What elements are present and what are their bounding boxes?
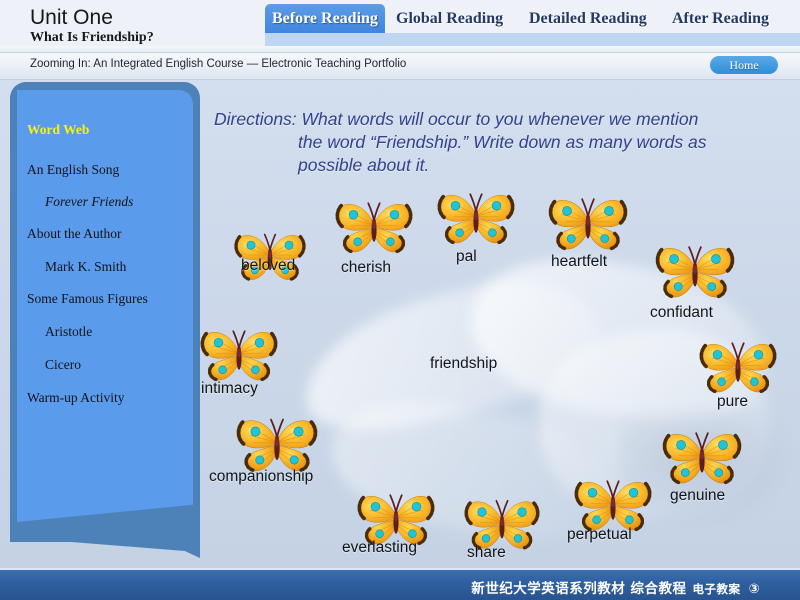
word-label-heartfelt[interactable]: heartfelt — [551, 253, 607, 271]
sidebar-nav: Word Web An English Song Forever Friends Ab… — [17, 90, 193, 522]
butterfly-icon — [699, 342, 777, 394]
butterfly-icon — [548, 198, 628, 251]
butterfly-icon — [655, 246, 735, 299]
footer-branding: 新世纪大学英语系列教材 综合教程 电子教案 ③ — [471, 577, 760, 597]
sidebar-item-mark-k-smith[interactable]: Mark K. Smith — [17, 259, 193, 275]
butterfly-cherish — [333, 194, 415, 265]
footer-subtitle: 电子教案 — [692, 582, 741, 596]
word-label-everlasting[interactable]: everlasting — [342, 539, 417, 557]
footer-series-title: 新世纪大学英语系列教材 综合教程 — [471, 581, 687, 597]
hands-watermark-shadow — [620, 410, 800, 530]
sidebar-item-warm-up-activity[interactable]: Warm-up Activity — [17, 390, 193, 406]
word-label-friendship[interactable]: friendship — [430, 355, 497, 373]
word-label-pal[interactable]: pal — [456, 248, 477, 266]
tab-global-reading[interactable]: Global Reading — [389, 4, 510, 33]
sidebar-item-word-web[interactable]: Word Web — [17, 122, 193, 138]
tab-bar: Before Reading Global Reading Detailed Rea… — [265, 0, 800, 52]
footer-bar: 新世纪大学英语系列教材 综合教程 电子教案 ③ — [0, 568, 800, 600]
page-title: Unit One — [30, 6, 113, 29]
butterfly-icon — [437, 193, 515, 245]
tab-after-reading[interactable]: After Reading — [665, 4, 776, 33]
butterfly-pal — [435, 185, 517, 256]
directions-line-3: possible about it. — [298, 155, 430, 175]
butterfly-icon — [335, 202, 413, 254]
butterfly-confidant — [653, 238, 737, 310]
sidebar-item-cicero[interactable]: Cicero — [17, 357, 193, 373]
word-label-beloved[interactable]: beloved — [241, 257, 295, 275]
word-label-share[interactable]: share — [467, 544, 506, 562]
slide-root: Directions: What words will occur to you… — [0, 0, 800, 600]
sidebar-item-about-the-author[interactable]: About the Author — [17, 226, 193, 242]
directions-line-2: the word “Friendship.” Write down as man… — [298, 132, 707, 152]
home-button[interactable]: Home — [710, 56, 778, 74]
tab-before-reading[interactable]: Before Reading — [265, 4, 385, 33]
butterfly-icon — [200, 330, 278, 382]
word-label-companionship[interactable]: companionship — [209, 468, 313, 486]
footer-volume-number: ③ — [748, 582, 760, 597]
directions-text: Directions: What words will occur to you… — [214, 108, 784, 177]
sidebar-item-an-english-song[interactable]: An English Song — [17, 162, 193, 178]
word-label-intimacy[interactable]: intimacy — [201, 380, 258, 398]
directions-line-1: Directions: What words will occur to you… — [214, 109, 699, 129]
word-label-genuine[interactable]: genuine — [670, 487, 725, 505]
word-label-confidant[interactable]: confidant — [650, 304, 713, 322]
word-label-pure[interactable]: pure — [717, 393, 748, 411]
sidebar-item-some-famous-figures[interactable]: Some Famous Figures — [17, 291, 193, 307]
butterfly-heartfelt — [546, 190, 630, 262]
page-subtitle: What Is Friendship? — [30, 30, 154, 45]
sidebar-item-forever-friends[interactable]: Forever Friends — [17, 194, 193, 210]
tab-detailed-reading[interactable]: Detailed Reading — [522, 4, 654, 33]
sidebar-item-aristotle[interactable]: Aristotle — [17, 324, 193, 340]
header-bar: Unit One What Is Friendship? Before Read… — [0, 0, 800, 53]
breadcrumb-bar: Zooming In: An Integrated English Course… — [0, 53, 800, 80]
word-label-cherish[interactable]: cherish — [341, 259, 391, 277]
breadcrumb: Zooming In: An Integrated English Course… — [30, 58, 407, 70]
word-label-perpetual[interactable]: perpetual — [567, 526, 632, 544]
